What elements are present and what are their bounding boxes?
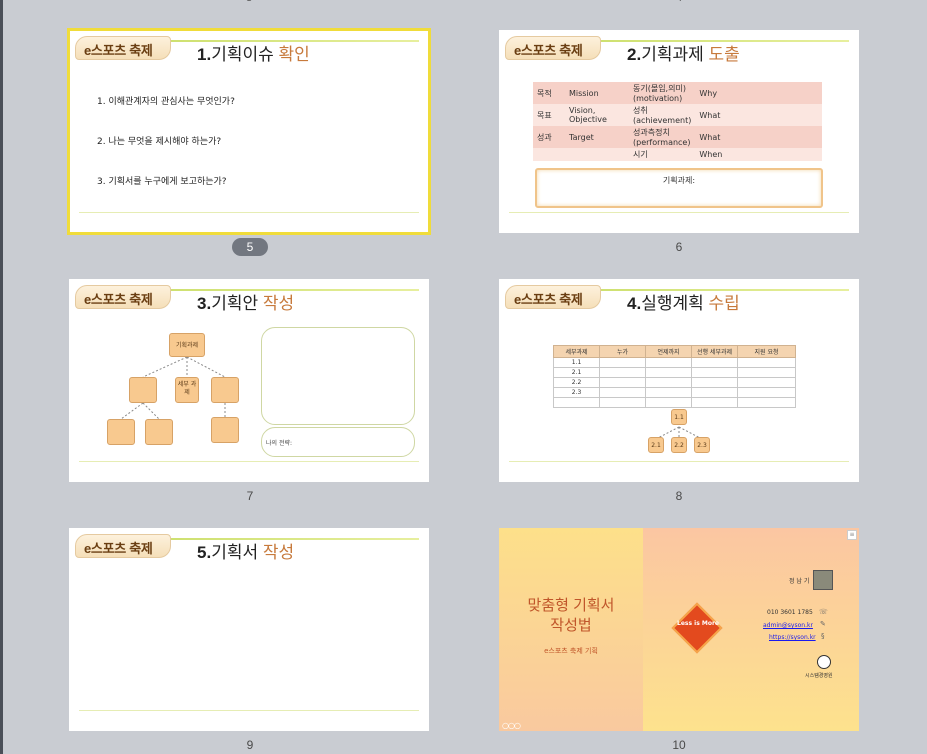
table-row: 목적 Mission 동기(몰입,의미) (motivation) Why [533, 82, 823, 104]
footer-line [79, 212, 419, 213]
strategy-box: 나의 전략: [261, 427, 415, 457]
author-photo [813, 570, 833, 590]
slide-number-8[interactable]: 8 [659, 489, 699, 503]
table-row: 2.2 [553, 377, 796, 388]
slide-badge: e스포츠 축제 [505, 36, 601, 60]
table-row: 성과 Target 성과측정치 (performance) What [533, 126, 823, 148]
slide-title: 5.기획서 작성 [197, 543, 295, 562]
purpose-table: 목적 Mission 동기(몰입,의미) (motivation) Why 목표 Vis… [533, 82, 823, 161]
pencil-icon: ✎ [820, 620, 826, 628]
cover-subtitle: e스포츠 축제 기획 [544, 647, 598, 655]
cover-title: 맞춤형 기획서 작성법 [527, 597, 615, 634]
website-link[interactable]: https://syson.kr [769, 634, 816, 641]
footer-line [79, 461, 419, 462]
notes-box [261, 327, 415, 425]
footer-line [509, 212, 849, 213]
slide-title: 2.기획과제 도출 [627, 45, 740, 64]
question-2: 2. 나는 무엇을 제시해야 하는가? [97, 137, 222, 147]
slide-number-5[interactable]: 5 [232, 238, 268, 256]
slide-thumbnail-7[interactable]: e스포츠 축제 3.기획안 작성 기획과제 세부 과제 나의 전략: [69, 279, 429, 482]
footer-line [509, 461, 849, 462]
slide-thumbnail-5[interactable]: e스포츠 축제 1.기획이슈 확인 1. 이해관계자의 관심사는 무엇인가? 2… [67, 28, 431, 235]
phone-icon: ☏ [819, 608, 828, 616]
slide-number-7[interactable]: 7 [230, 489, 270, 503]
table-row: 2.1 [553, 367, 796, 378]
task-box [145, 419, 173, 445]
sub-task-box: 세부 과제 [175, 377, 199, 403]
slide-thumbnail-9[interactable]: e스포츠 축제 5.기획서 작성 [69, 528, 429, 731]
question-1: 1. 이해관계자의 관심사는 무엇인가? [97, 97, 235, 107]
email-link[interactable]: admin@syson.kr [763, 622, 813, 629]
slide-thumbnail-6[interactable]: e스포츠 축제 2.기획과제 도출 목적 Mission 동기(몰입,의미) (mo… [499, 30, 859, 233]
notes-icon[interactable]: ≡ [847, 530, 857, 540]
table-row: 목표 Vision, Objective 성취 (achievement) What [533, 104, 823, 126]
task-box [211, 377, 239, 403]
org-logo-icon [817, 655, 831, 669]
slide-thumbnail-10[interactable]: 맞춤형 기획서 작성법 e스포츠 축제 기획 Less is More 정 남 … [499, 528, 859, 731]
plan-root-box: 1.1 [671, 409, 687, 425]
slide-number-10[interactable]: 10 [659, 738, 699, 752]
slide-number-9[interactable]: 9 [230, 738, 270, 752]
table-row [553, 397, 796, 408]
org-name: 시스템경영원 [805, 673, 833, 679]
slide-number-prev-left: 8 [246, 0, 252, 4]
slide-number-6[interactable]: 6 [659, 240, 699, 254]
slide-badge: e스포츠 축제 [75, 36, 171, 60]
task-box [129, 377, 157, 403]
slide-thumbnail-8[interactable]: e스포츠 축제 4.실행계획 수립 세부과제 누가 언제까지 선행 세부과제 지… [499, 279, 859, 482]
question-3: 3. 기획서를 누구에게 보고하는가? [97, 177, 227, 187]
plan-child-box: 2.2 [671, 437, 687, 453]
task-box: 기획과제: [535, 168, 823, 208]
table-row: 2.3 [553, 387, 796, 398]
phone-text: 010 3601 1785 [767, 609, 813, 616]
slide-badge: e스포츠 축제 [75, 534, 171, 558]
link-icon: § [821, 632, 825, 640]
footer-line [79, 710, 419, 711]
table-row: 1.1 [553, 357, 796, 368]
task-box [211, 417, 239, 443]
table-row: 시기 When [533, 148, 823, 161]
plan-table: 세부과제 누가 언제까지 선행 세부과제 지원 요청 1.1 2.1 2.2 2… [553, 345, 796, 408]
plan-child-box: 2.3 [694, 437, 710, 453]
plan-child-box: 2.1 [648, 437, 664, 453]
task-box [107, 419, 135, 445]
author-name: 정 남 기 [789, 578, 810, 585]
slide-title: 1.기획이슈 확인 [197, 45, 310, 64]
slide-number-prev-right: 4 [676, 0, 682, 4]
more-options-icon[interactable]: ○○○ [502, 721, 521, 730]
root-task-box: 기획과제 [169, 333, 205, 357]
diamond-text: Less is More [677, 620, 719, 627]
sidebar-edge [0, 0, 3, 754]
slide-badge: e스포츠 축제 [505, 285, 601, 309]
slide-title: 4.실행계획 수립 [627, 294, 740, 313]
